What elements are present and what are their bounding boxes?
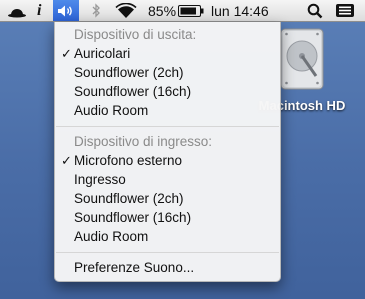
battery-percent: 85% — [148, 2, 177, 19]
menu-item-input-ingresso[interactable]: Ingresso — [74, 172, 126, 188]
battery-icon[interactable] — [178, 0, 204, 21]
menu-item-input-soundflower-2ch[interactable]: Soundflower (2ch) — [74, 191, 184, 207]
spotlight-search-icon[interactable] — [307, 0, 323, 21]
menu-item-output-soundflower-16ch[interactable]: Soundflower (16ch) — [74, 84, 191, 100]
list-menu-icon[interactable] — [336, 0, 354, 21]
wifi-icon[interactable] — [115, 0, 137, 21]
menu-item-output-soundflower-2ch[interactable]: Soundflower (2ch) — [74, 65, 184, 81]
hard-disk-icon[interactable] — [280, 28, 324, 92]
menu-separator — [56, 126, 279, 127]
checkmark-icon: ✓ — [61, 153, 72, 168]
menu-item-sound-preferences[interactable]: Preferenze Suono... — [74, 260, 194, 276]
bowler-hat-icon[interactable] — [7, 0, 27, 21]
input-device-header: Dispositivo di ingresso: — [74, 134, 213, 149]
menu-item-input-microfono-esterno[interactable]: Microfono esterno — [74, 153, 182, 169]
menu-bar: i 85% lun 14:46 — [0, 0, 365, 22]
menu-item-input-soundflower-16ch[interactable]: Soundflower (16ch) — [74, 210, 191, 226]
info-icon[interactable]: i — [37, 0, 41, 21]
menu-item-output-auricolari[interactable]: Auricolari — [74, 46, 130, 62]
menu-item-input-audio-room[interactable]: Audio Room — [74, 229, 148, 245]
bluetooth-icon[interactable] — [91, 0, 101, 21]
menubar-clock[interactable]: lun 14:46 — [211, 0, 269, 21]
volume-menu: Dispositivo di uscita: ✓ Auricolari Soun… — [54, 22, 281, 282]
menu-separator — [56, 252, 279, 253]
output-device-header: Dispositivo di uscita: — [74, 27, 197, 42]
volume-icon[interactable] — [53, 0, 79, 21]
checkmark-icon: ✓ — [61, 46, 72, 61]
menu-item-output-audio-room[interactable]: Audio Room — [74, 103, 148, 119]
